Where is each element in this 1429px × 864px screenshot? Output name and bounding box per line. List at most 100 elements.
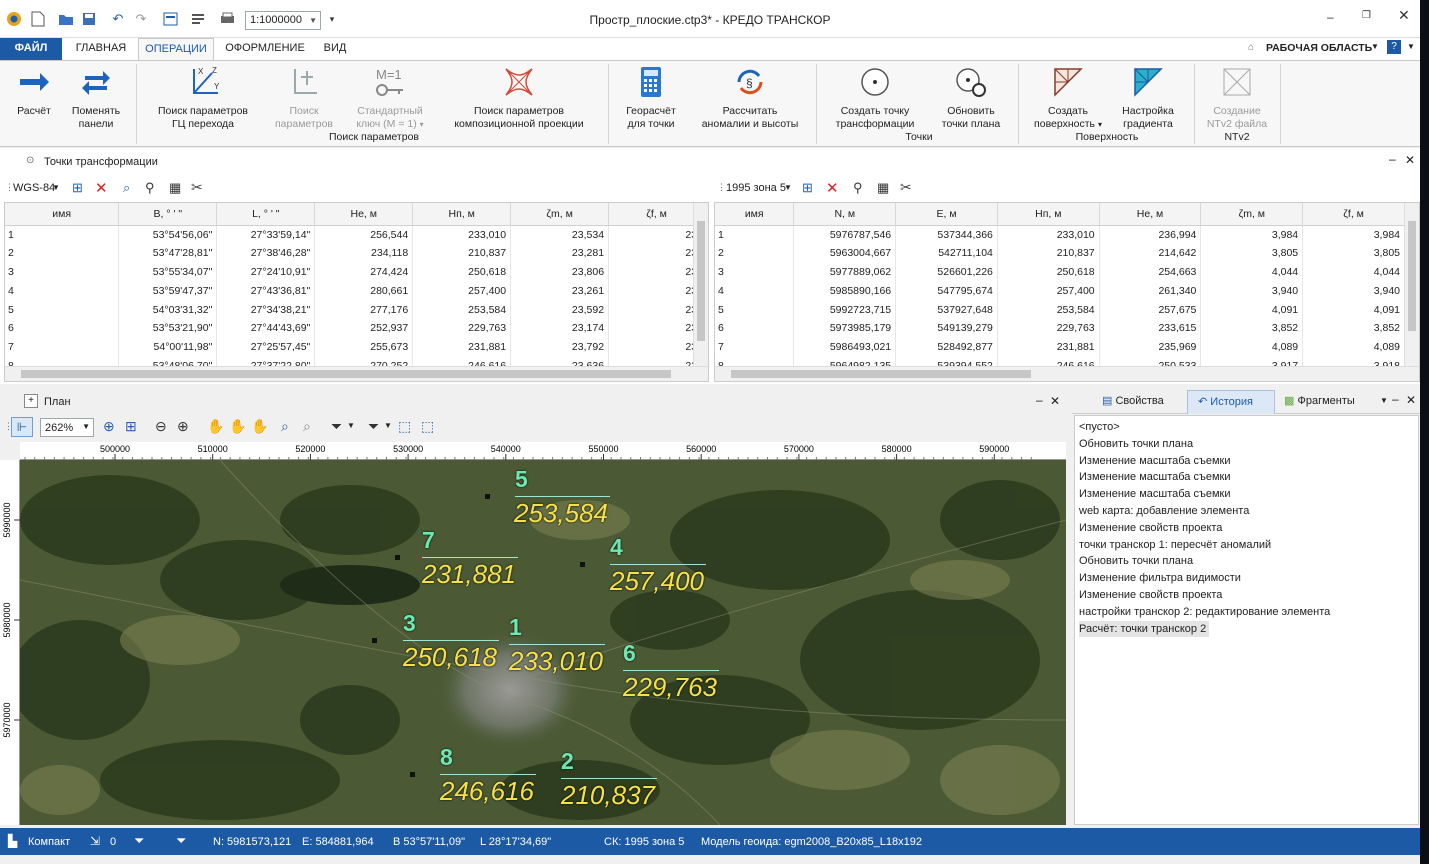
tab-design[interactable]: ОФОРМЛЕНИЕ <box>218 38 312 60</box>
history-item[interactable]: web карта: добавление элемента <box>1079 503 1414 520</box>
left-table-hscroll[interactable] <box>5 366 708 381</box>
history-item[interactable]: Изменение масштаба съемки <box>1079 453 1414 470</box>
table-cell[interactable]: 23, <box>608 225 705 244</box>
table-cell[interactable]: 6 <box>715 318 795 338</box>
create-ntv2-button[interactable]: Создание NTv2 файла <box>1200 65 1274 131</box>
compact-icon[interactable]: ▙ <box>8 834 17 848</box>
table-cell[interactable]: 257,400 <box>997 281 1100 301</box>
table-cell[interactable]: 235,969 <box>1099 337 1202 357</box>
zoom-previous-icon[interactable]: ⌕ <box>281 418 289 435</box>
table-cell[interactable]: 233,010 <box>997 225 1100 244</box>
table-row[interactable]: 4 53°59'47,37" 27°43'36,81" 280,661 257,400 2… <box>5 281 705 301</box>
zoom-extents-icon[interactable]: ⊞ <box>125 418 137 435</box>
binoculars-icon[interactable]: ⚲ <box>853 180 863 196</box>
scroll-thumb[interactable] <box>21 370 671 378</box>
calc-button[interactable]: Расчёт <box>6 65 62 118</box>
geocalc-button[interactable]: Георасчёт для точки <box>616 65 686 131</box>
table-cell[interactable]: 528492,877 <box>895 337 998 357</box>
table-cell[interactable]: 1 <box>5 225 120 244</box>
table-cell[interactable]: 4 <box>715 281 795 301</box>
swap-panels-button[interactable]: Поменять панели <box>64 65 128 131</box>
table-cell[interactable]: 53°47'28,81" <box>118 243 218 263</box>
pan-hand-window-icon[interactable]: ✋ <box>251 418 268 435</box>
table-row[interactable]: 6 53°53'21,90" 27°44'43,69" 252,937 229,763 2… <box>5 318 705 338</box>
table-cell[interactable]: 236,994 <box>1099 225 1202 244</box>
table-row[interactable]: 3 5977889,062 526601,226 250,618 254,663 4,04… <box>715 262 1405 282</box>
table-cell[interactable]: 280,661 <box>314 281 414 301</box>
table-cell[interactable]: 23, <box>608 262 705 282</box>
history-item[interactable]: точки транскор 1: пересчёт аномалий <box>1079 537 1414 554</box>
table-cell[interactable]: 3,940 <box>1302 281 1405 301</box>
history-item[interactable]: <пусто> <box>1079 419 1414 436</box>
table-row[interactable]: 4 5985890,166 547795,674 257,400 261,340 3,94… <box>715 281 1405 301</box>
scroll-thumb[interactable] <box>1408 221 1416 331</box>
tab-properties[interactable]: ▤ Свойства <box>1102 394 1164 407</box>
table-cell[interactable]: 27°43'36,81" <box>216 281 316 301</box>
table-cell[interactable]: 234,118 <box>314 243 414 263</box>
table-cell[interactable]: 6 <box>5 318 120 338</box>
right-cs-select[interactable]: 1995 зона 5 <box>726 182 786 194</box>
table-cell[interactable]: 526601,226 <box>895 262 998 282</box>
table-cell[interactable]: 23, <box>608 300 705 319</box>
column-header[interactable]: B, ° ' " <box>118 203 218 226</box>
plan-minimize-icon[interactable]: – <box>1036 393 1043 407</box>
table-cell[interactable]: 53°55'34,07" <box>118 262 218 282</box>
filter-status-icon[interactable]: ⏷ <box>134 833 144 849</box>
table-cell[interactable]: 27°44'43,69" <box>216 318 316 338</box>
table-cell[interactable]: 4,044 <box>1302 262 1405 282</box>
history-item[interactable]: Обновить точки плана <box>1079 553 1414 570</box>
column-header[interactable]: N, м <box>793 203 897 226</box>
table-cell[interactable]: 53°54'56,06" <box>118 225 218 244</box>
table-cell[interactable]: 210,837 <box>412 243 512 263</box>
table-cell[interactable]: 229,763 <box>412 318 512 338</box>
table-cell[interactable]: 254,663 <box>1099 262 1202 282</box>
delete-icon[interactable]: ✕ <box>826 179 839 197</box>
column-header[interactable]: имя <box>715 203 795 226</box>
table-cell[interactable]: 547795,674 <box>895 281 998 301</box>
table-cell[interactable]: 3,805 <box>1302 243 1405 263</box>
point-marker[interactable] <box>580 562 585 567</box>
scroll-thumb[interactable] <box>697 221 705 341</box>
zoom-window-icon[interactable]: ⊕ <box>103 418 115 435</box>
table-cell[interactable]: 3,852 <box>1302 318 1405 338</box>
table-row[interactable]: 1 53°54'56,06" 27°33'59,14" 256,544 233,010 2… <box>5 225 705 244</box>
tab-fragments[interactable]: ▩ Фрагменты <box>1284 394 1355 407</box>
table-cell[interactable]: 7 <box>5 337 120 357</box>
table-cell[interactable]: 261,340 <box>1099 281 1202 301</box>
table-cell[interactable]: 54°00'11,98" <box>118 337 218 357</box>
table-cell[interactable]: 23,261 <box>510 281 610 301</box>
satellite-map[interactable]: 5 253,584 7 231,881 4 257,400 3 250,618 … <box>20 460 1066 825</box>
frame-select-icon[interactable]: ⬚ <box>398 418 411 435</box>
pan-hand-select-icon[interactable]: ✋ <box>229 418 246 435</box>
point-marker[interactable] <box>395 555 400 560</box>
gradient-settings-button[interactable]: Настройка градиента <box>1112 65 1184 131</box>
plan-close-icon[interactable]: ✕ <box>1050 394 1060 408</box>
table-cell[interactable]: 4,089 <box>1302 337 1405 357</box>
history-item[interactable]: Изменение фильтра видимости <box>1079 570 1414 587</box>
table-cell[interactable]: 5 <box>715 300 795 319</box>
table-cell[interactable]: 27°25'57,45" <box>216 337 316 357</box>
table-cell[interactable]: 27°34'38,21" <box>216 300 316 319</box>
history-item[interactable]: Обновить точки плана <box>1079 436 1414 453</box>
table-row[interactable]: 2 5963004,667 542711,104 210,837 214,642 3,80… <box>715 243 1405 263</box>
table-cell[interactable]: 23,806 <box>510 262 610 282</box>
tools-icon[interactable]: ✂ <box>191 179 203 196</box>
tab-history[interactable]: ↶ История <box>1187 390 1275 414</box>
table-cell[interactable]: 542711,104 <box>895 243 998 263</box>
table-cell[interactable]: 233,615 <box>1099 318 1202 338</box>
table-cell[interactable]: 5992723,715 <box>793 300 897 319</box>
table-row[interactable]: 6 5973985,179 549139,279 229,763 233,615 3,85… <box>715 318 1405 338</box>
lasso-select-icon[interactable]: ⬚ <box>421 418 434 435</box>
table-cell[interactable]: 23,534 <box>510 225 610 244</box>
table-cell[interactable]: 53°59'47,37" <box>118 281 218 301</box>
table-cell[interactable]: 23, <box>608 243 705 263</box>
select-tool-icon[interactable]: ⊩ <box>11 417 33 437</box>
tab-operations[interactable]: ОПЕРАЦИИ <box>138 38 214 61</box>
table-cell[interactable]: 5973985,179 <box>793 318 897 338</box>
table-cell[interactable]: 3,852 <box>1200 318 1304 338</box>
table-cell[interactable]: 23,281 <box>510 243 610 263</box>
table-row[interactable]: 2 53°47'28,81" 27°38'46,28" 234,118 210,837 2… <box>5 243 705 263</box>
table-cell[interactable]: 4,089 <box>1200 337 1304 357</box>
find-params-button[interactable]: Поиск параметров <box>266 65 342 131</box>
tree-add-icon[interactable]: ⊞ <box>72 180 83 196</box>
